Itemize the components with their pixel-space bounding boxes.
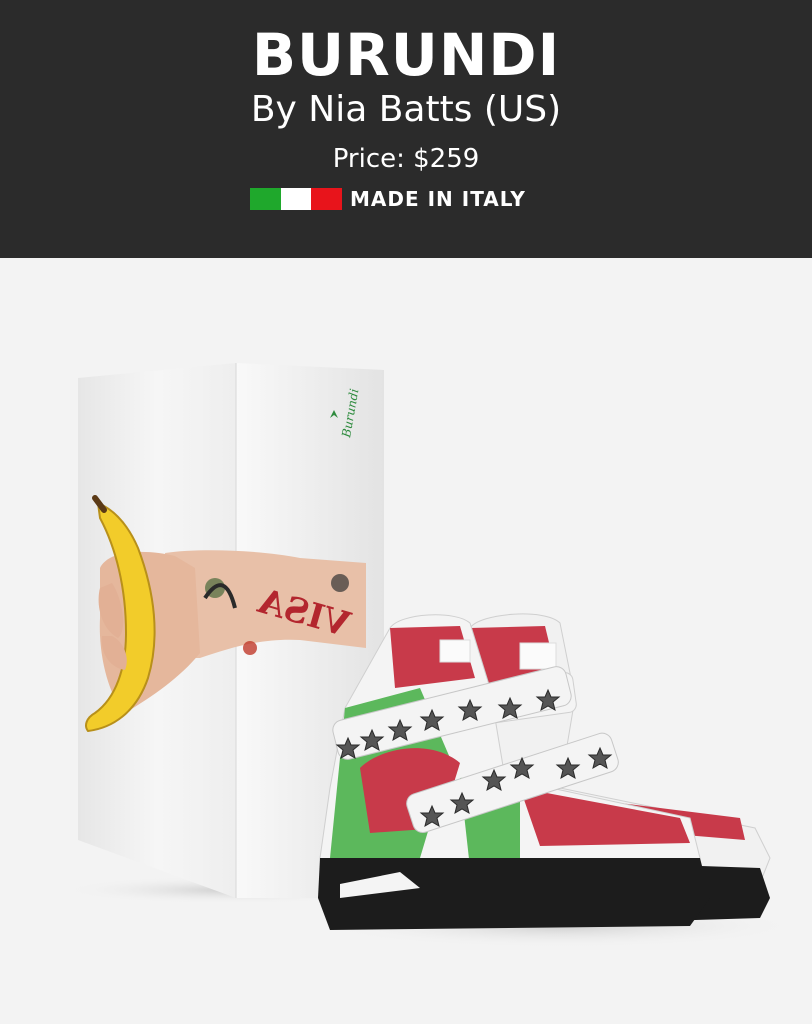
product-price: Price: $259 — [332, 144, 480, 174]
italy-flag-icon — [250, 188, 343, 210]
product-image: Burundi VISA — [0, 258, 812, 1024]
product-photo-illustration: Burundi VISA — [60, 363, 800, 948]
product-title: BURUNDI — [251, 21, 561, 89]
made-in-label: MADE IN ITALY — [350, 187, 526, 211]
made-in-italy-badge: MADE IN ITALY — [250, 186, 526, 212]
designer-name: By Nia Batts (US) — [250, 89, 562, 130]
sneaker-pair — [318, 613, 771, 930]
flag-stripe-white — [280, 188, 312, 210]
flag-stripe-green — [250, 188, 281, 210]
flag-stripe-red — [311, 188, 343, 210]
product-header: BURUNDI By Nia Batts (US) Price: $259 MA… — [0, 0, 812, 258]
